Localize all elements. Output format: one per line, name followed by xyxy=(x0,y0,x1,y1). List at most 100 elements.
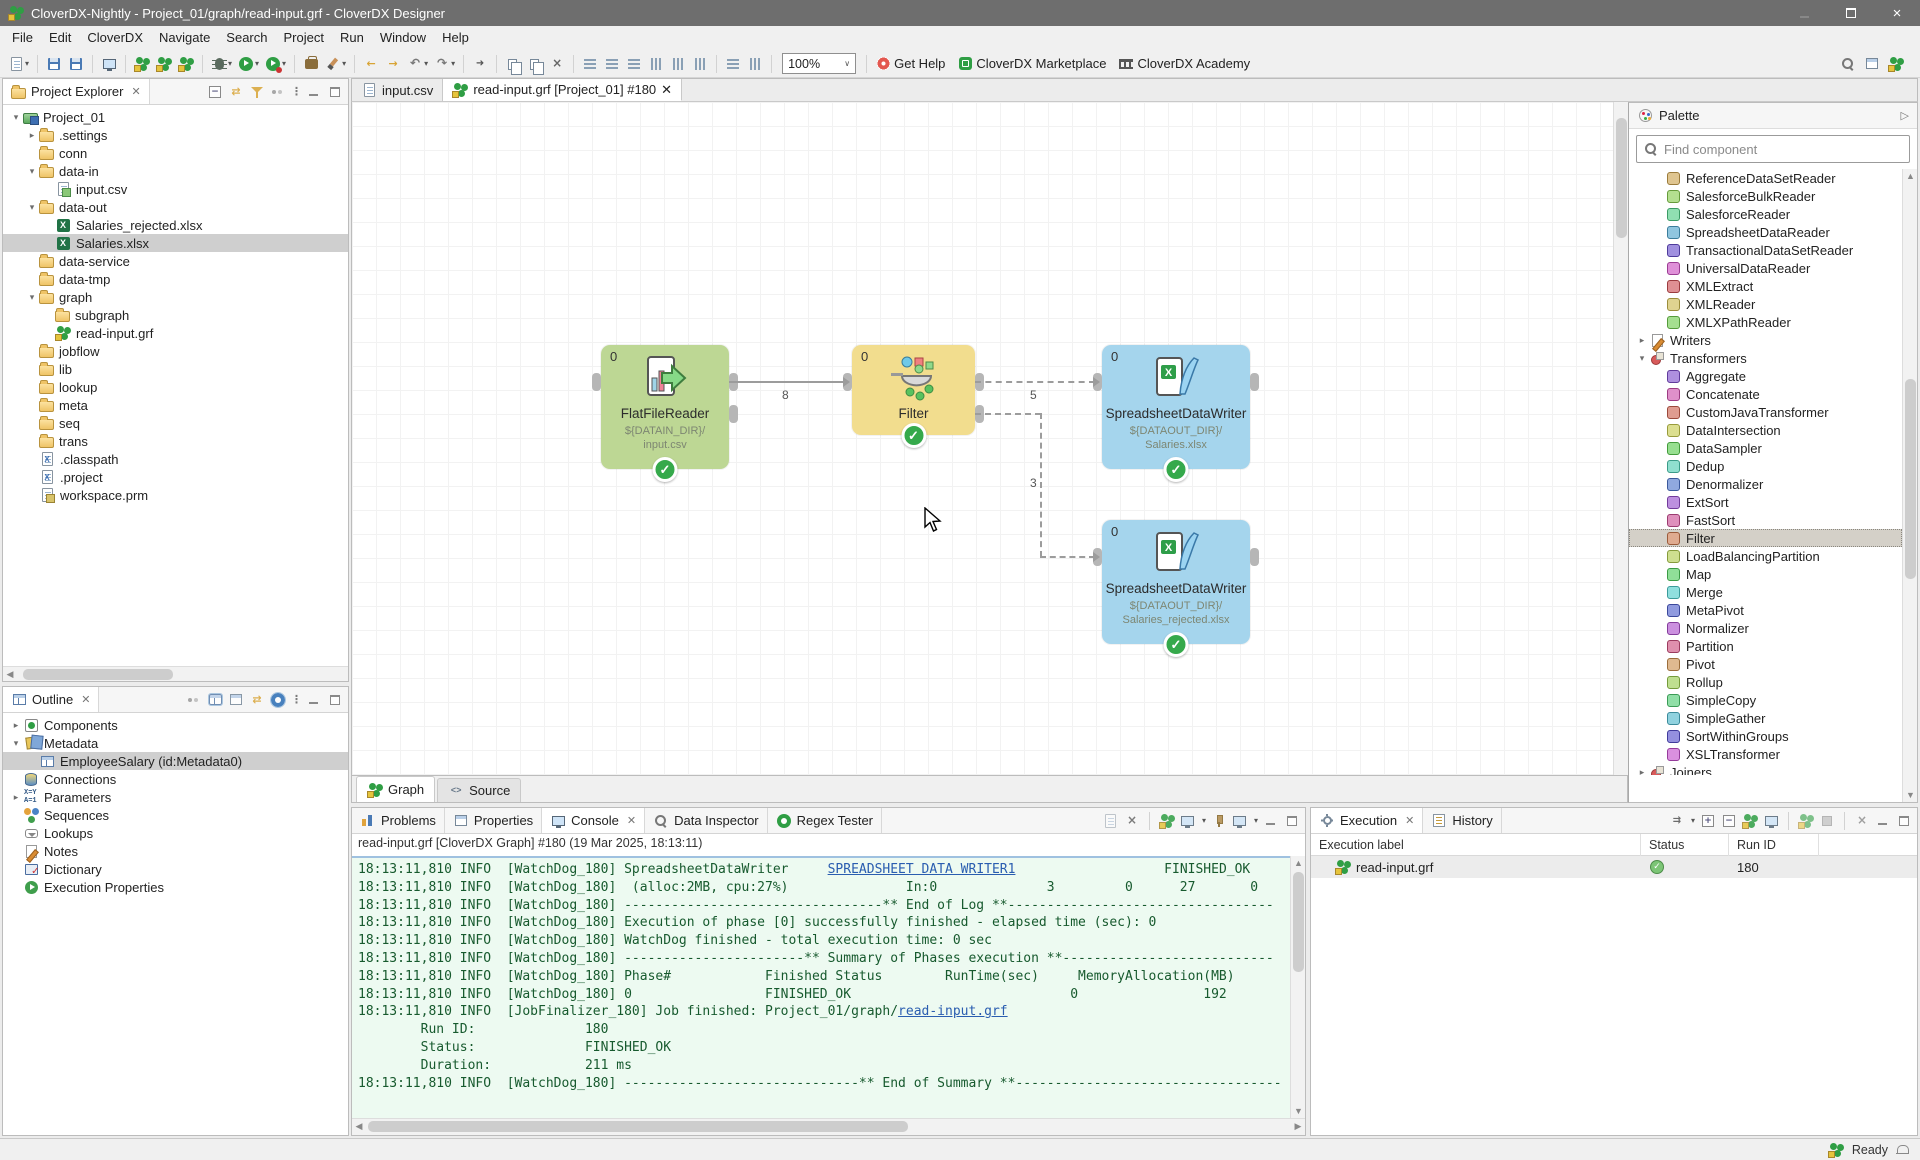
paste-button[interactable] xyxy=(525,52,545,76)
palette-item-simplecopy[interactable]: SimpleCopy xyxy=(1629,691,1902,709)
explorer-item-project[interactable]: .project xyxy=(3,468,348,486)
palette-item-metapivot[interactable]: MetaPivot xyxy=(1629,601,1902,619)
outline-item-lookups[interactable]: Lookups xyxy=(3,824,348,842)
palette-item-transformers[interactable]: ▾ Transformers xyxy=(1629,349,1902,367)
explorer-item-graph[interactable]: ▾ graph xyxy=(3,288,348,306)
palette-item-dataintersection[interactable]: DataIntersection xyxy=(1629,421,1902,439)
column-header-execution-label[interactable]: Execution label xyxy=(1311,834,1641,856)
collapse-all-icon[interactable] xyxy=(1723,815,1735,827)
console-tab-console[interactable]: Console✕ xyxy=(542,808,645,833)
outline-item-dictionary[interactable]: Dictionary xyxy=(3,860,348,878)
maximize-view-icon[interactable] xyxy=(330,87,340,97)
edge-reader-filter[interactable] xyxy=(729,381,845,383)
link-with-graph-icon[interactable] xyxy=(249,692,265,708)
explorer-item-lib[interactable]: lib xyxy=(3,360,348,378)
explorer-item-lookup[interactable]: lookup xyxy=(3,378,348,396)
menu-help[interactable]: Help xyxy=(434,26,477,50)
info-icon[interactable] xyxy=(271,693,285,707)
column-header-run-id[interactable]: Run ID xyxy=(1729,834,1819,856)
edge-filter-writer2[interactable] xyxy=(1040,413,1042,557)
palette-item-aggregate[interactable]: Aggregate xyxy=(1629,367,1902,385)
explorer-item-project-01[interactable]: ▾ Project_01 xyxy=(3,108,348,126)
view-menu-icon[interactable] xyxy=(291,692,301,708)
explorer-item-trans[interactable]: trans xyxy=(3,432,348,450)
close-window-button[interactable]: × xyxy=(1874,0,1920,26)
menu-edit[interactable]: Edit xyxy=(41,26,79,50)
node-flatfilereader-0[interactable]: 0 FlatFileReader ${DATAIN_DIR}/input.csv… xyxy=(601,345,729,469)
console-horizontal-scrollbar[interactable]: ◀ ▶ xyxy=(352,1118,1305,1135)
console-tab-data-inspector[interactable]: Data Inspector xyxy=(645,808,768,833)
explorer-item-seq[interactable]: seq xyxy=(3,414,348,432)
palette-item-writers[interactable]: ▸ Writers xyxy=(1629,331,1902,349)
graph-log-icon[interactable] xyxy=(1159,813,1175,829)
execution-row-read-input-grf[interactable]: read-input.grf 180 xyxy=(1311,856,1917,878)
align-bottom-button[interactable] xyxy=(690,52,710,76)
explorer-item-data-tmp[interactable]: data-tmp xyxy=(3,270,348,288)
console-tab-properties[interactable]: Properties xyxy=(445,808,542,833)
console-vertical-scrollbar[interactable]: ▲ ▼ xyxy=(1290,856,1305,1118)
collapsed-arrow-icon[interactable]: ▸ xyxy=(9,792,23,803)
outline-item-sequences[interactable]: Sequences xyxy=(3,806,348,824)
distribute-horizontal-button[interactable] xyxy=(723,52,743,76)
run-config-button[interactable]: ▾ xyxy=(263,52,288,76)
view-tab-graph[interactable]: Graph xyxy=(356,776,435,802)
table-view-icon[interactable] xyxy=(230,694,242,705)
palette-item-merge[interactable]: Merge xyxy=(1629,583,1902,601)
cut-button[interactable] xyxy=(547,52,567,76)
palette-item-loadbalancingpartition[interactable]: LoadBalancingPartition xyxy=(1629,547,1902,565)
menu-file[interactable]: File xyxy=(4,26,41,50)
explorer-item-conn[interactable]: conn xyxy=(3,144,348,162)
palette-item-spreadsheetdatareader[interactable]: SpreadsheetDataReader xyxy=(1629,223,1902,241)
menu-navigate[interactable]: Navigate xyxy=(151,26,218,50)
align-top-button[interactable] xyxy=(646,52,666,76)
palette-item-datasampler[interactable]: DataSampler xyxy=(1629,439,1902,457)
debug-button[interactable]: ▾ xyxy=(209,52,234,76)
palette-item-salesforcereader[interactable]: SalesforceReader xyxy=(1629,205,1902,223)
maximize-window-button[interactable] xyxy=(1828,0,1874,26)
deploy-suitcase-button[interactable] xyxy=(301,52,321,76)
minimize-view-icon[interactable] xyxy=(1878,815,1889,826)
cloverdx-marketplace-link[interactable]: CloverDX Marketplace xyxy=(955,52,1114,76)
console-tab-problems[interactable]: Problems xyxy=(352,808,445,833)
column-header-status[interactable]: Status xyxy=(1641,834,1729,856)
palette-item-extsort[interactable]: ExtSort xyxy=(1629,493,1902,511)
palette-item-sortwithingroups[interactable]: SortWithinGroups xyxy=(1629,727,1902,745)
forward-button[interactable]: ↷▾ xyxy=(432,52,457,76)
prev-annotation-button[interactable]: ← xyxy=(361,52,381,76)
outline-item-components[interactable]: ▸ Components xyxy=(3,716,348,734)
minimize-view-icon[interactable] xyxy=(309,694,320,705)
expanded-arrow-icon[interactable]: ▾ xyxy=(9,738,23,749)
explorer-item-salaries-xlsx[interactable]: Salaries.xlsx xyxy=(3,234,348,252)
palette-item-xsltransformer[interactable]: XSLTransformer xyxy=(1629,745,1902,763)
expanded-arrow-icon[interactable]: ▾ xyxy=(1635,353,1649,364)
palette-item-fastsort[interactable]: FastSort xyxy=(1629,511,1902,529)
clover-settings-button[interactable] xyxy=(176,52,196,76)
kill-graph-icon[interactable] xyxy=(1798,813,1814,829)
maximize-view-icon[interactable] xyxy=(330,695,340,705)
explorer-item-read-input-grf[interactable]: read-input.grf xyxy=(3,324,348,342)
explorer-item-classpath[interactable]: .classpath xyxy=(3,450,348,468)
collapse-palette-icon[interactable]: ▷ xyxy=(1901,109,1909,122)
palette-item-xmlreader[interactable]: XMLReader xyxy=(1629,295,1902,313)
run-button[interactable]: ▾ xyxy=(236,52,261,76)
distribute-vertical-button[interactable] xyxy=(745,52,765,76)
clover-add-button[interactable] xyxy=(154,52,174,76)
console-log-link[interactable]: SPREADSHEET DATA WRITER1 xyxy=(828,862,1016,877)
palette-item-joiners[interactable]: ▸ Joiners xyxy=(1629,763,1902,775)
pin-console-icon[interactable] xyxy=(1211,813,1227,829)
tab-project-explorer[interactable]: Project Explorer ✕ xyxy=(3,79,150,104)
explorer-item-workspace-prm[interactable]: workspace.prm xyxy=(3,486,348,504)
edge-edit-button[interactable]: ➜ xyxy=(470,52,490,76)
show-console-icon[interactable] xyxy=(1765,816,1778,826)
search-button[interactable] xyxy=(1838,52,1858,76)
save-button[interactable] xyxy=(44,52,64,76)
open-graph-icon[interactable] xyxy=(1742,813,1758,829)
style-brush-button[interactable]: ▾ xyxy=(323,52,348,76)
close-tab-icon[interactable]: ✕ xyxy=(661,82,672,98)
view-menu-icon[interactable] xyxy=(291,84,301,100)
filter-icon[interactable] xyxy=(249,84,265,100)
save-all-button[interactable] xyxy=(66,52,86,76)
focus-icon[interactable] xyxy=(270,84,286,100)
tree-view-icon[interactable] xyxy=(209,694,222,705)
collapse-all-icon[interactable] xyxy=(209,86,221,98)
